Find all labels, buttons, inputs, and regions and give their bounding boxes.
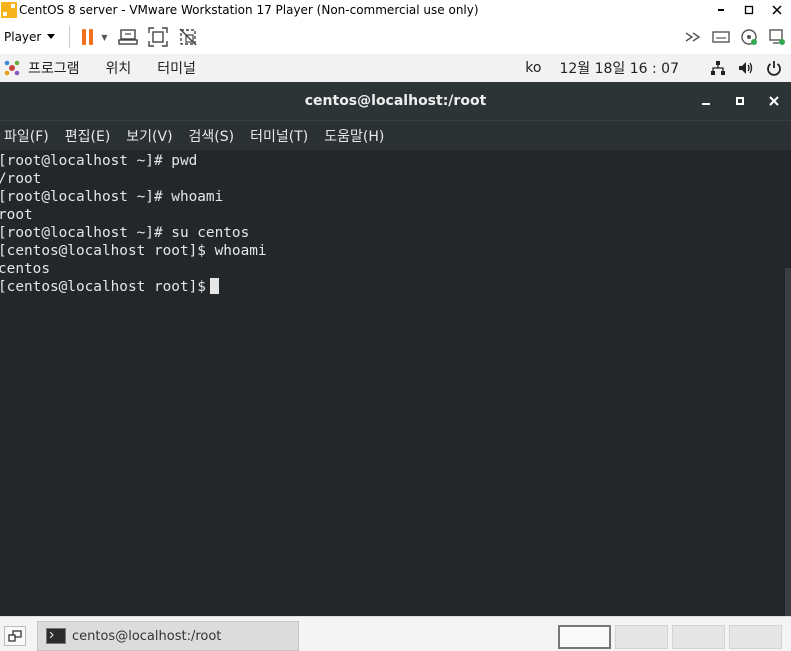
menu-file[interactable]: 파일(F) xyxy=(4,126,49,146)
volume-icon[interactable] xyxy=(737,59,755,77)
terminal-line: /root xyxy=(0,171,42,187)
menu-terminal[interactable]: 터미널(T) xyxy=(250,126,308,146)
terminal-close-button[interactable] xyxy=(757,82,791,120)
terminal-line: [root@localhost ~]# whoami xyxy=(0,189,224,205)
workspace-2[interactable] xyxy=(615,625,668,649)
input-language-indicator[interactable]: ko xyxy=(525,60,541,76)
network-icon[interactable] xyxy=(709,59,727,77)
vmware-toolbar: Player ▼ xyxy=(0,20,791,54)
vmware-close-button[interactable] xyxy=(763,0,791,20)
applications-icon xyxy=(4,60,20,76)
show-desktop-button[interactable] xyxy=(4,626,26,646)
terminal-prompt: [centos@localhost root]$ xyxy=(0,279,206,295)
close-icon xyxy=(772,5,782,15)
gnome-top-bar: 프로그램 위치 터미널 ko 12월 18일 16 : 07 xyxy=(0,54,791,82)
fit-guest-icon[interactable] xyxy=(147,27,168,47)
terminal-scrollbar[interactable] xyxy=(785,268,791,616)
minimize-icon xyxy=(718,9,724,11)
gnome-menu-applications[interactable]: 프로그램 xyxy=(28,58,80,78)
terminal-output[interactable]: [root@localhost ~]# pwd /root [root@loca… xyxy=(0,150,791,616)
minimize-icon xyxy=(702,103,710,105)
toolbar-divider xyxy=(69,26,71,48)
pause-icon[interactable] xyxy=(82,29,94,45)
taskbar-terminal-item[interactable]: centos@localhost:/root xyxy=(37,621,299,651)
removable-devices-icon[interactable] xyxy=(711,27,731,47)
terminal-line: centos xyxy=(0,261,50,277)
vmware-maximize-button[interactable] xyxy=(735,0,763,20)
vmware-title-bar: CentOS 8 server - VMware Workstation 17 … xyxy=(0,0,791,20)
terminal-cursor xyxy=(209,278,219,294)
menu-view[interactable]: 보기(V) xyxy=(126,126,172,146)
pause-dropdown-icon[interactable]: ▼ xyxy=(101,33,107,42)
menu-edit[interactable]: 편집(E) xyxy=(65,126,111,146)
player-label: Player xyxy=(4,30,42,44)
forward-icon[interactable] xyxy=(683,27,703,47)
maximize-icon xyxy=(744,5,754,15)
send-ctrl-alt-del-icon[interactable] xyxy=(117,27,138,47)
player-menu-button[interactable]: Player xyxy=(4,30,56,44)
maximize-icon xyxy=(736,97,744,105)
vmware-minimize-button[interactable] xyxy=(707,0,735,20)
vmware-logo-icon xyxy=(1,2,17,18)
terminal-window-title: centos@localhost:/root xyxy=(304,93,487,109)
cd-icon[interactable] xyxy=(739,27,759,47)
bottom-taskbar: centos@localhost:/root xyxy=(0,616,791,651)
terminal-menu-bar: 파일(F) 편집(E) 보기(V) 검색(S) 터미널(T) 도움말(H) xyxy=(0,120,791,150)
workspace-1[interactable] xyxy=(558,625,611,649)
network-adapter-icon[interactable] xyxy=(767,27,787,47)
terminal-prompt-line: [centos@localhost root]$ xyxy=(0,278,219,296)
vmware-window-title: CentOS 8 server - VMware Workstation 17 … xyxy=(19,3,479,17)
power-icon[interactable] xyxy=(765,59,783,77)
chevron-down-icon xyxy=(47,34,56,39)
menu-search[interactable]: 검색(S) xyxy=(189,126,235,146)
workspace-4[interactable] xyxy=(729,625,782,649)
terminal-minimize-button[interactable] xyxy=(689,82,723,120)
terminal-maximize-button[interactable] xyxy=(723,82,757,120)
show-desktop-icon xyxy=(8,630,22,642)
taskbar-item-label: centos@localhost:/root xyxy=(72,628,222,644)
gnome-menu-terminal[interactable]: 터미널 xyxy=(157,58,196,78)
terminal-line: [root@localhost ~]# su centos xyxy=(0,225,250,241)
terminal-line: root xyxy=(0,207,33,223)
terminal-icon xyxy=(46,628,66,644)
workspace-3[interactable] xyxy=(672,625,725,649)
terminal-line: [centos@localhost root]$ whoami xyxy=(0,243,267,259)
gnome-menu-places[interactable]: 위치 xyxy=(106,58,132,78)
terminal-header-bar[interactable]: centos@localhost:/root xyxy=(0,82,791,120)
close-icon xyxy=(769,96,779,106)
clock[interactable]: 12월 18일 16 : 07 xyxy=(559,58,679,78)
unity-icon[interactable] xyxy=(178,27,198,47)
menu-help[interactable]: 도움말(H) xyxy=(324,126,384,146)
terminal-line: [root@localhost ~]# pwd xyxy=(0,153,198,169)
